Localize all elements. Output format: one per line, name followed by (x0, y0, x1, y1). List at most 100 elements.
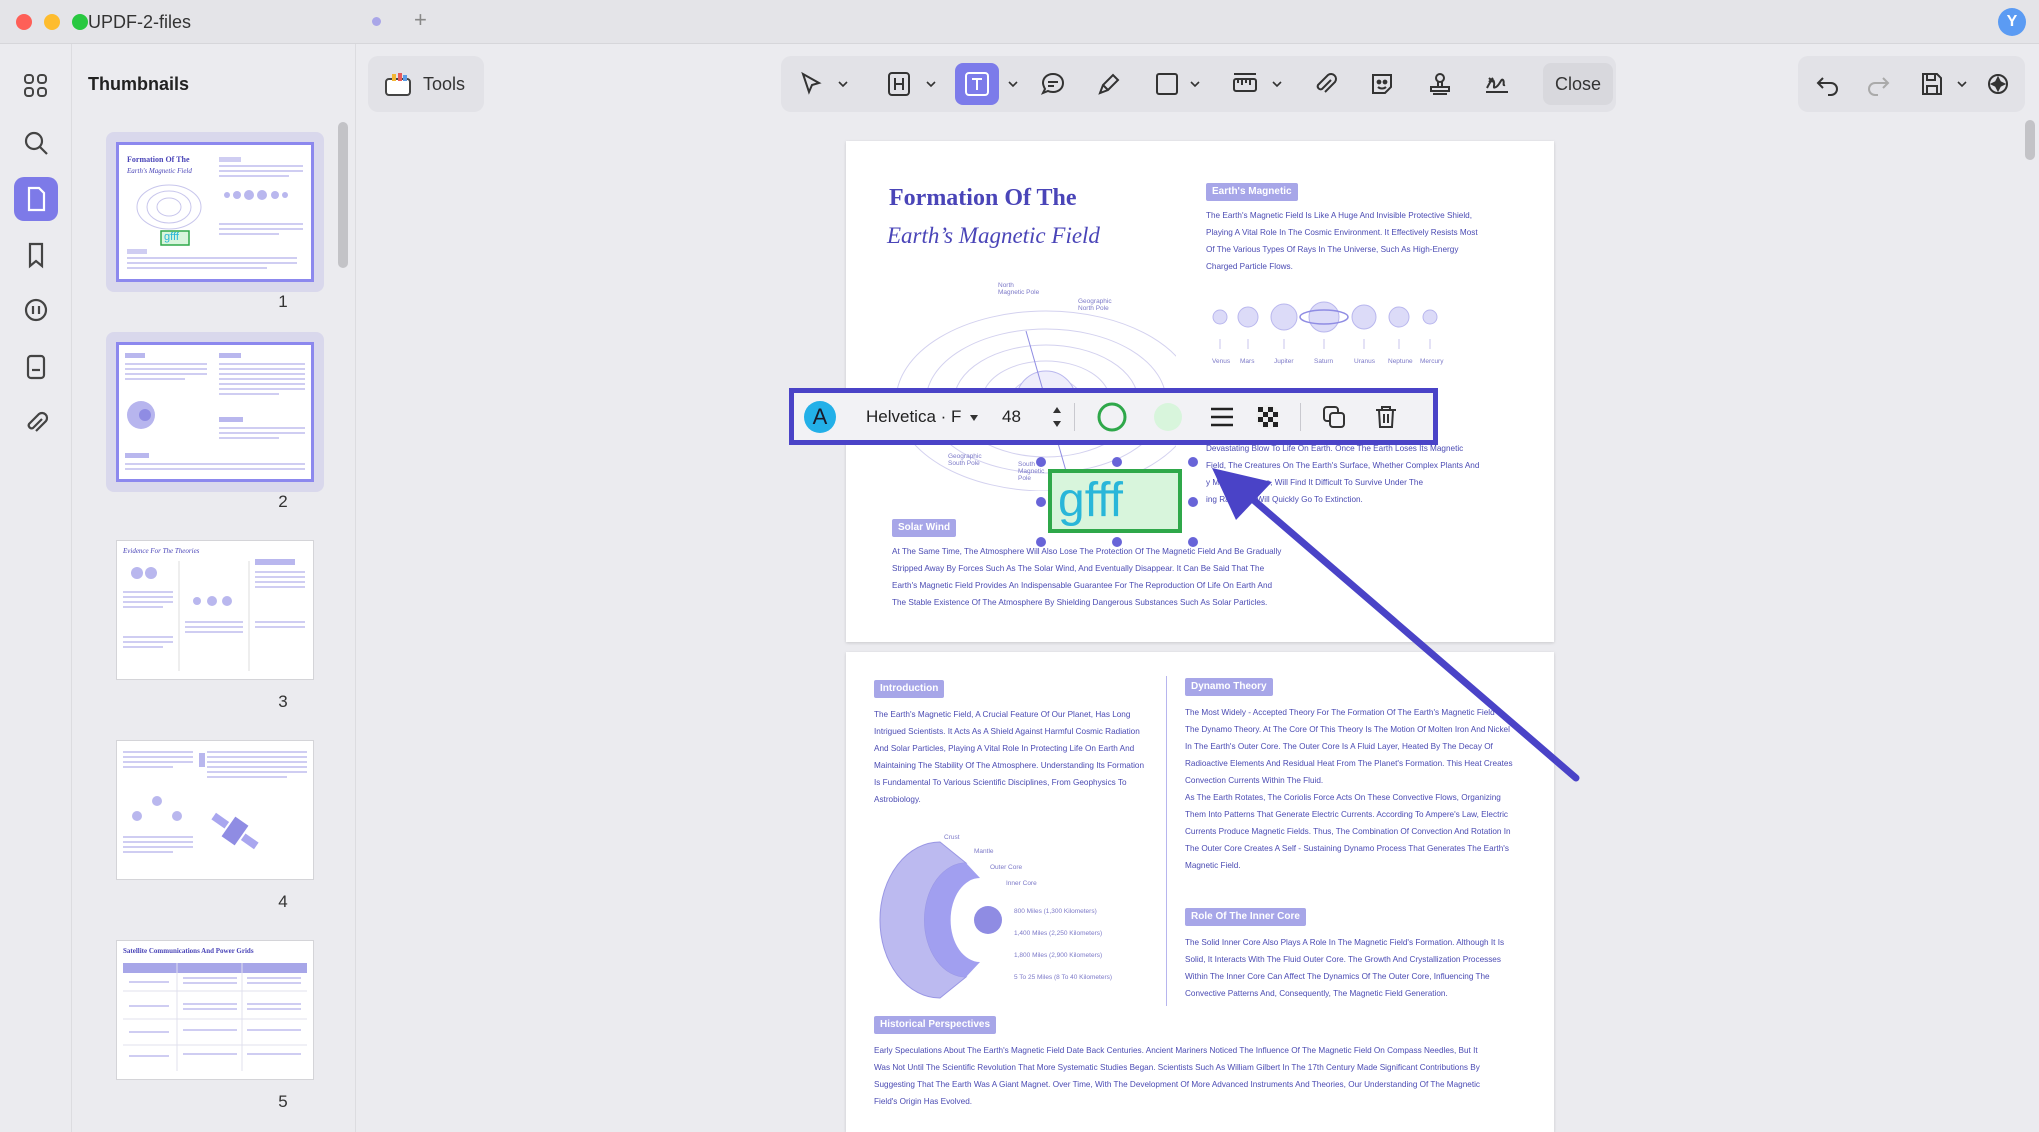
section-tag: Historical Perspectives (874, 1016, 997, 1034)
pdf-page-2: Introduction The Earth's Magnetic Field,… (846, 652, 1554, 1132)
font-size-field[interactable]: 48 (1002, 407, 1021, 427)
depth-label: 1,400 Miles (2,250 Kilometers) (1014, 930, 1103, 937)
thumbnails-panel: Thumbnails Formation Of The Earth's Magn… (72, 44, 356, 1132)
depth-label: 800 Miles (1,300 Kilometers) (1014, 908, 1097, 915)
page-number: 3 (278, 692, 288, 711)
page-subtitle: Earth’s Magnetic Field (887, 223, 1100, 248)
save-icon[interactable] (1916, 68, 1948, 100)
chevron-down-icon[interactable] (1189, 78, 1201, 90)
select-tool-icon[interactable] (795, 68, 827, 100)
chevron-down-icon[interactable] (837, 78, 849, 90)
thumbnail-page-2[interactable] (116, 342, 314, 482)
border-color-circle-icon[interactable] (1096, 401, 1128, 433)
redo-icon[interactable] (1862, 68, 1894, 100)
close-button[interactable]: Close (1543, 63, 1613, 105)
text-box-frame[interactable]: gfff (1048, 469, 1182, 533)
thumbnail-page-4[interactable] (116, 740, 314, 880)
layer-label: Crust (944, 834, 960, 841)
section-tag: Role Of The Inner Core (1185, 908, 1306, 926)
delete-icon[interactable] (1372, 403, 1400, 431)
diagram-label: Geographic South Pole (948, 453, 982, 467)
fill-color-circle-icon[interactable] (1152, 401, 1184, 433)
pencil-tool-icon[interactable] (1093, 68, 1125, 100)
planet-label: Neptune (1388, 358, 1413, 365)
thumbnail-page-1[interactable]: Formation Of The Earth's Magnetic Field … (116, 142, 314, 282)
thumbnail-page-5[interactable]: Satellite Communications And Power Grids (116, 940, 314, 1080)
thumbnail-heading: Evidence For The Theories (123, 547, 200, 555)
form-icon[interactable] (14, 345, 58, 389)
grid-icon[interactable] (14, 64, 58, 108)
resize-handle[interactable] (1188, 497, 1198, 507)
depth-label: 1,800 Miles (2,900 Kilometers) (1014, 952, 1103, 959)
new-tab-button[interactable]: + (414, 7, 427, 33)
font-family-select[interactable]: Helvetica · F (866, 407, 961, 427)
page-number: 5 (278, 1092, 288, 1111)
thumbnail-scrollbar[interactable] (338, 122, 348, 268)
resize-handle[interactable] (1188, 537, 1198, 547)
paragraph: The Earth's Magnetic Field, A Crucial Fe… (874, 710, 1145, 804)
avatar[interactable]: Y (1998, 8, 2026, 36)
opacity-icon[interactable] (1254, 403, 1282, 431)
unsaved-dot-icon (372, 17, 381, 26)
font-color-button[interactable]: A (804, 401, 836, 433)
tools-label: Tools (423, 74, 466, 94)
layer-label: Mantle (974, 848, 994, 855)
document-tab[interactable]: UPDF-2-files (88, 12, 191, 33)
page-number: 2 (278, 492, 288, 511)
text-box-annotation[interactable]: gfff (1036, 457, 1198, 547)
paragraph: At The Same Time, The Atmosphere Will Al… (892, 547, 1282, 607)
chevron-down-icon[interactable] (1007, 78, 1019, 90)
planet-label: Venus (1212, 358, 1231, 365)
measure-tool-icon[interactable] (1229, 68, 1261, 100)
tools-button[interactable]: Tools (368, 56, 484, 112)
duplicate-icon[interactable] (1320, 403, 1348, 431)
toolbox-icon (385, 73, 411, 96)
font-size-stepper[interactable] (1050, 403, 1064, 431)
resize-handle[interactable] (1188, 457, 1198, 467)
planet-label: Mercury (1420, 358, 1444, 365)
ai-assistant-icon[interactable] (1982, 68, 2014, 100)
sticker-tool-icon[interactable] (1366, 68, 1398, 100)
page-title: Formation Of The (889, 185, 1077, 211)
zoom-window-button[interactable] (72, 14, 88, 30)
chevron-down-icon[interactable] (1956, 78, 1968, 90)
stamp-tool-icon[interactable] (1424, 68, 1456, 100)
search-icon[interactable] (14, 121, 58, 165)
title-bar: UPDF-2-files + Y (0, 0, 2039, 44)
thumbnail-page-3[interactable]: Evidence For The Theories (116, 540, 314, 680)
section-tag: Solar Wind (892, 519, 957, 537)
comment-icon[interactable] (14, 289, 58, 333)
attach-tool-icon[interactable] (1309, 68, 1341, 100)
resize-handle[interactable] (1036, 537, 1046, 547)
page-icon[interactable] (14, 177, 58, 221)
divider (1300, 403, 1301, 431)
layer-label: Outer Core (990, 864, 1023, 871)
text-box-content[interactable]: gfff (1052, 471, 1178, 531)
annotation-toolbar: Close (781, 56, 1616, 112)
resize-handle[interactable] (1112, 457, 1122, 467)
close-window-button[interactable] (16, 14, 32, 30)
resize-handle[interactable] (1112, 537, 1122, 547)
resize-handle[interactable] (1036, 497, 1046, 507)
chevron-down-icon[interactable] (968, 412, 980, 424)
bookmark-icon[interactable] (14, 233, 58, 277)
thumbnail-heading: Satellite Communications And Power Grids (123, 947, 254, 955)
planet-label: Saturn (1314, 358, 1334, 365)
document-scrollbar[interactable] (2025, 120, 2035, 160)
highlight-tool-icon[interactable] (883, 68, 915, 100)
shape-tool-icon[interactable] (1151, 68, 1183, 100)
undo-icon[interactable] (1812, 68, 1844, 100)
right-toolbar (1798, 56, 2025, 112)
attachment-icon[interactable] (14, 401, 58, 445)
minimize-window-button[interactable] (44, 14, 60, 30)
chevron-down-icon[interactable] (1271, 78, 1283, 90)
chevron-down-icon[interactable] (925, 78, 937, 90)
planet-label: Uranus (1354, 358, 1375, 365)
section-tag: Dynamo Theory (1185, 678, 1273, 696)
text-box-tool-icon[interactable] (961, 68, 993, 100)
resize-handle[interactable] (1036, 457, 1046, 467)
comment-tool-icon[interactable] (1037, 68, 1069, 100)
paragraph: The Solid Inner Core Also Plays A Role I… (1185, 938, 1505, 998)
signature-tool-icon[interactable] (1481, 68, 1513, 100)
line-weight-icon[interactable] (1208, 403, 1236, 431)
